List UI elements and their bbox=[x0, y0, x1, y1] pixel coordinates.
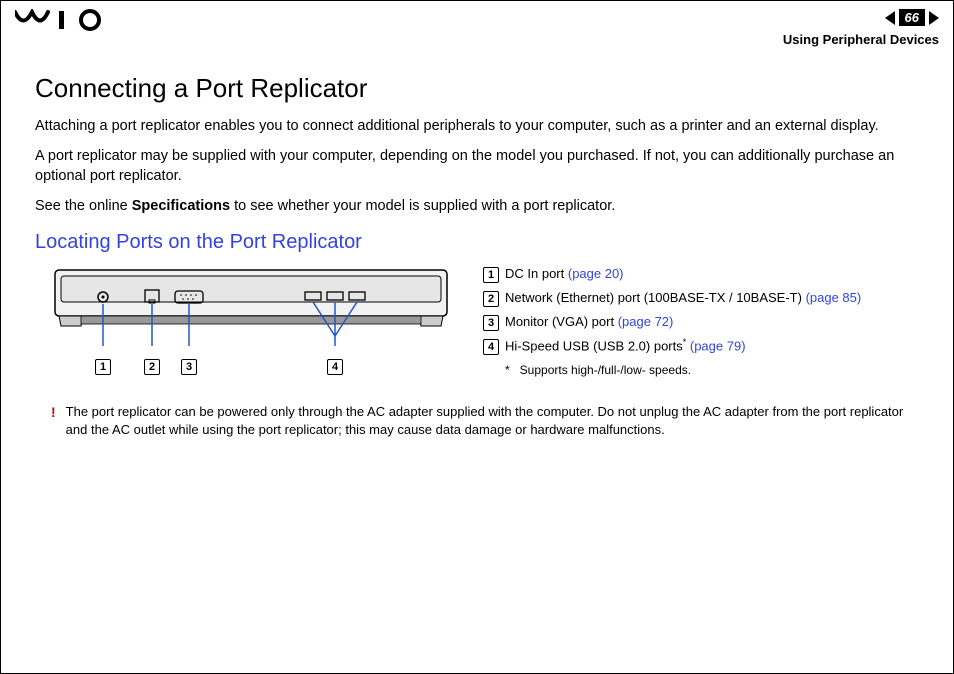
text-segment: DC In port bbox=[505, 266, 568, 281]
warning-note: ! The port replicator can be powered onl… bbox=[51, 403, 919, 439]
legend-text-3: Monitor (VGA) port (page 72) bbox=[505, 312, 673, 332]
legend-item-3: 3 Monitor (VGA) port (page 72) bbox=[483, 312, 919, 332]
callout-1: 1 bbox=[95, 359, 111, 375]
legend-item-1: 1 DC In port (page 20) bbox=[483, 264, 919, 284]
legend-text-4: Hi-Speed USB (USB 2.0) ports* (page 79) bbox=[505, 336, 746, 356]
legend-item-2: 2 Network (Ethernet) port (100BASE-TX / … bbox=[483, 288, 919, 308]
page-link[interactable]: (page 72) bbox=[618, 314, 674, 329]
page-content: Connecting a Port Replicator Attaching a… bbox=[1, 51, 953, 440]
footnote-text: Supports high-/full-/low- speeds. bbox=[520, 363, 691, 377]
page-link[interactable]: (page 85) bbox=[806, 290, 862, 305]
paragraph-2: A port replicator may be supplied with y… bbox=[35, 146, 919, 187]
prev-page-icon[interactable] bbox=[885, 11, 895, 25]
text-segment: Hi-Speed USB (USB 2.0) ports bbox=[505, 338, 683, 353]
diagram-and-legend: 1 2 3 4 1 DC In port (page 20) 2 Network… bbox=[51, 264, 919, 379]
page-navigator: 66 bbox=[885, 9, 939, 26]
page-header: 66 Using Peripheral Devices bbox=[1, 1, 953, 51]
text-segment: See the online bbox=[35, 198, 132, 214]
next-page-icon[interactable] bbox=[929, 11, 939, 25]
pager-area: 66 Using Peripheral Devices bbox=[783, 9, 939, 47]
port-replicator-diagram bbox=[51, 264, 451, 354]
vaio-logo-icon bbox=[15, 9, 107, 31]
legend-column: 1 DC In port (page 20) 2 Network (Ethern… bbox=[483, 264, 919, 379]
specifications-term: Specifications bbox=[132, 198, 230, 214]
footnote-star: * bbox=[505, 363, 510, 377]
text-segment: Monitor (VGA) port bbox=[505, 314, 618, 329]
callout-4: 4 bbox=[327, 359, 343, 375]
warning-text: The port replicator can be powered only … bbox=[66, 403, 919, 439]
page-link[interactable]: (page 20) bbox=[568, 266, 624, 281]
legend-num-4: 4 bbox=[483, 339, 499, 355]
page-title: Connecting a Port Replicator bbox=[35, 73, 919, 104]
footnote: * Supports high-/full-/low- speeds. bbox=[505, 361, 919, 380]
callout-3: 3 bbox=[181, 359, 197, 375]
text-segment: Network (Ethernet) port (100BASE-TX / 10… bbox=[505, 290, 806, 305]
legend-text-2: Network (Ethernet) port (100BASE-TX / 10… bbox=[505, 288, 861, 308]
page-link[interactable]: (page 79) bbox=[690, 338, 746, 353]
legend-item-4: 4 Hi-Speed USB (USB 2.0) ports* (page 79… bbox=[483, 336, 919, 356]
diagram-column: 1 2 3 4 bbox=[51, 264, 461, 379]
section-label: Using Peripheral Devices bbox=[783, 32, 939, 47]
paragraph-1: Attaching a port replicator enables you … bbox=[35, 116, 919, 136]
page-number: 66 bbox=[899, 9, 925, 26]
paragraph-3: See the online Specifications to see whe… bbox=[35, 196, 919, 216]
legend-text-1: DC In port (page 20) bbox=[505, 264, 624, 284]
warning-icon: ! bbox=[51, 403, 56, 439]
legend-num-3: 3 bbox=[483, 315, 499, 331]
legend-num-2: 2 bbox=[483, 291, 499, 307]
callout-2: 2 bbox=[144, 359, 160, 375]
legend-num-1: 1 bbox=[483, 267, 499, 283]
text-segment: to see whether your model is supplied wi… bbox=[230, 198, 615, 214]
subheading: Locating Ports on the Port Replicator bbox=[35, 231, 919, 254]
